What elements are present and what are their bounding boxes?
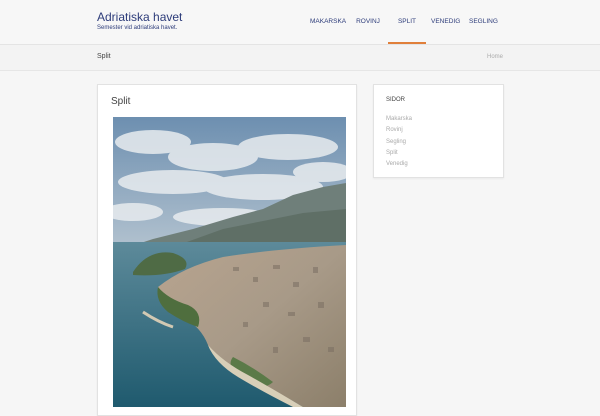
site-header: Adriatiska havet Semester vid adriatiska… bbox=[0, 0, 600, 45]
nav-item-makarska[interactable]: MAKARSKA bbox=[310, 0, 346, 44]
post-card: Split bbox=[97, 84, 357, 416]
nav-item-rovinj[interactable]: ROVINJ bbox=[356, 0, 380, 44]
breadcrumb-home-link[interactable]: Home bbox=[487, 54, 503, 60]
breadcrumb: Split Home bbox=[0, 45, 600, 71]
split-aerial-photo-graphic bbox=[113, 117, 346, 407]
nav-item-split[interactable]: SPLIT bbox=[388, 0, 426, 44]
page-title: Split bbox=[97, 53, 111, 60]
sidebar-item-split[interactable]: Split bbox=[386, 148, 412, 159]
sidebar-item-makarska[interactable]: Makarska bbox=[386, 114, 412, 125]
site-title[interactable]: Adriatiska havet bbox=[97, 10, 182, 24]
sidebar-item-rovinj[interactable]: Rovinj bbox=[386, 125, 412, 136]
nav-item-venedig[interactable]: VENEDIG bbox=[431, 0, 460, 44]
site-description: Semester vid adriatiska havet. bbox=[97, 25, 178, 31]
nav-item-segling[interactable]: SEGLING bbox=[469, 0, 498, 44]
widget-title: SIDOR bbox=[386, 97, 406, 103]
sidebar-pages-widget: SIDOR Makarska Rovinj Segling Split Vene… bbox=[373, 84, 504, 178]
pages-list: Makarska Rovinj Segling Split Venedig bbox=[386, 114, 412, 170]
sidebar-item-venedig[interactable]: Venedig bbox=[386, 159, 412, 170]
split-aerial-photo bbox=[113, 117, 346, 407]
sidebar-item-segling[interactable]: Segling bbox=[386, 137, 412, 148]
post-title: Split bbox=[111, 96, 131, 107]
